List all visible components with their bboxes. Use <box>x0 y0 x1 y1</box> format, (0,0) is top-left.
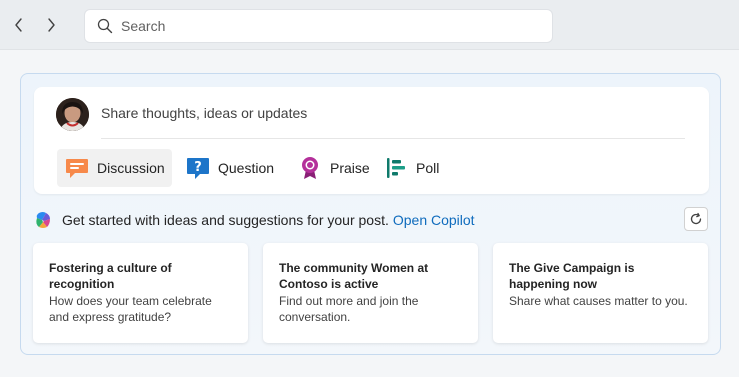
copilot-prompt-text: Get started with ideas and suggestions f… <box>62 212 389 228</box>
open-copilot-link[interactable]: Open Copilot <box>393 212 475 228</box>
praise-label: Praise <box>330 160 370 176</box>
svg-text:?: ? <box>194 160 202 175</box>
compose-prompt[interactable]: Share thoughts, ideas or updates <box>101 105 307 121</box>
praise-icon <box>298 156 322 180</box>
poll-button[interactable]: Poll <box>384 149 439 187</box>
avatar[interactable] <box>56 98 89 131</box>
back-button[interactable] <box>9 14 29 36</box>
poll-icon <box>384 156 408 180</box>
post-panel: Share thoughts, ideas or updates Discuss… <box>20 73 721 355</box>
copilot-suggestion-row: Get started with ideas and suggestions f… <box>34 210 475 230</box>
praise-button[interactable]: Praise <box>298 149 370 187</box>
suggestion-description: How does your team celebrate and express… <box>49 294 212 324</box>
post-composer: Share thoughts, ideas or updates Discuss… <box>34 87 709 194</box>
suggestion-title: The Give Campaign is happening now <box>509 261 635 291</box>
chevron-left-icon <box>15 18 22 32</box>
divider <box>101 138 685 139</box>
suggestion-description: Share what causes matter to you. <box>509 294 688 308</box>
discussion-icon <box>65 156 89 180</box>
suggestion-card[interactable]: The Give Campaign is happening now Share… <box>493 243 708 343</box>
refresh-suggestions-button[interactable] <box>684 207 708 231</box>
question-label: Question <box>218 160 275 176</box>
search-box[interactable] <box>85 10 552 42</box>
suggestion-title: Fostering a culture of recognition <box>49 261 172 291</box>
chevron-right-icon <box>48 18 55 32</box>
browser-toolbar <box>0 0 739 50</box>
search-input[interactable] <box>121 18 521 34</box>
poll-label: Poll <box>416 160 440 176</box>
suggestion-card[interactable]: Fostering a culture of recognition How d… <box>33 243 248 343</box>
suggestion-card[interactable]: The community Women at Contoso is active… <box>263 243 478 343</box>
suggestion-title: The community Women at Contoso is active <box>279 261 429 291</box>
search-icon <box>97 18 113 34</box>
discussion-label: Discussion <box>97 160 165 176</box>
suggestion-description: Find out more and join the conversation. <box>279 294 419 324</box>
refresh-icon <box>690 212 702 225</box>
forward-button[interactable] <box>41 14 61 36</box>
question-button[interactable]: ? Question <box>186 149 274 187</box>
discussion-button[interactable]: Discussion <box>57 149 172 187</box>
question-icon: ? <box>186 156 210 180</box>
copilot-icon <box>34 211 52 229</box>
